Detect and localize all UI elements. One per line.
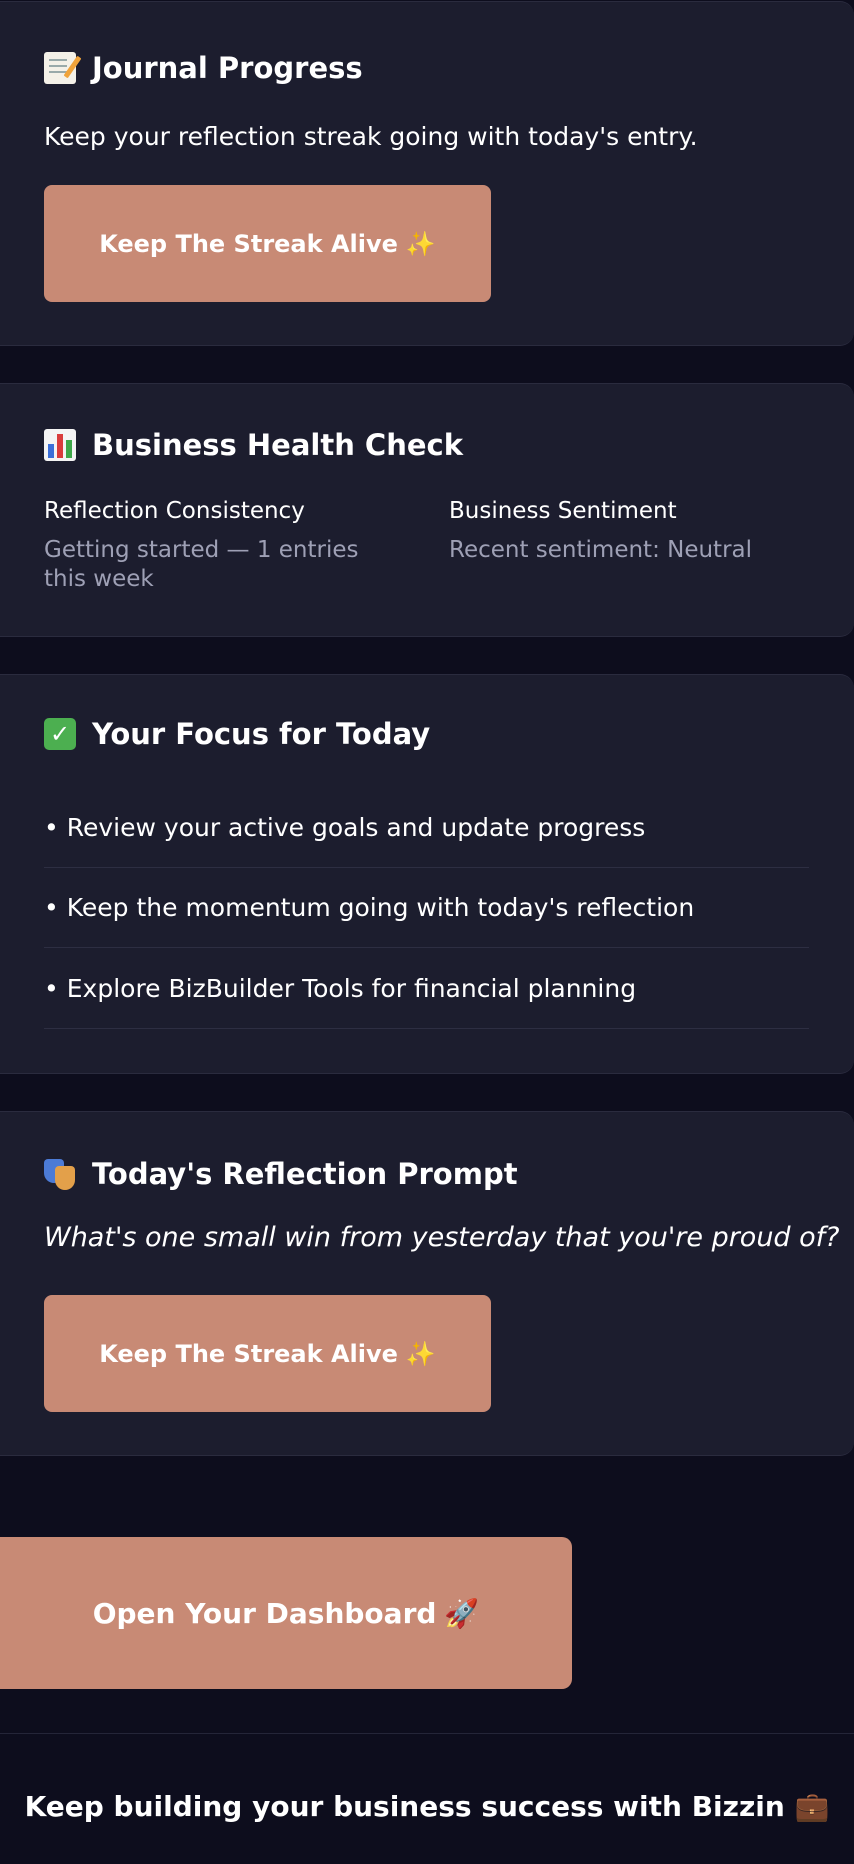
journal-progress-title: Journal Progress <box>44 51 363 85</box>
reflection-prompt-card: Today's Reflection Prompt What's one sma… <box>0 1111 854 1456</box>
reflection-prompt-title-text: Today's Reflection Prompt <box>92 1157 518 1191</box>
focus-item-text: Review your active goals and update prog… <box>66 813 646 842</box>
keep-streak-button-label: Keep The Streak Alive <box>99 1339 398 1368</box>
keep-streak-button[interactable]: Keep The Streak Alive ✨ <box>44 185 491 302</box>
keep-streak-button[interactable]: Keep The Streak Alive ✨ <box>44 1295 491 1412</box>
journal-progress-title-text: Journal Progress <box>92 51 363 85</box>
reflection-consistency-label: Reflection Consistency <box>44 498 305 524</box>
bullet: • <box>44 813 59 842</box>
memo-icon <box>44 52 76 84</box>
business-health-title: Business Health Check <box>44 428 463 462</box>
business-sentiment-value: Recent sentiment: Neutral <box>449 537 753 563</box>
focus-item-text: Explore BizBuilder Tools for financial p… <box>66 974 637 1003</box>
reflection-prompt-text: What's one small win from yesterday that… <box>44 1222 840 1253</box>
bullet: • <box>44 893 59 922</box>
reflection-consistency-value: Getting started — 1 entries this week <box>44 537 359 592</box>
business-sentiment-label: Business Sentiment <box>449 498 677 524</box>
bullet: • <box>44 974 59 1003</box>
focus-item-text: Keep the momentum going with today's ref… <box>66 893 695 922</box>
theater-masks-icon <box>44 1158 76 1190</box>
journal-progress-card: Journal Progress Keep your reflection st… <box>0 1 854 346</box>
journal-progress-message: Keep your reflection streak going with t… <box>44 122 698 151</box>
sparkles-icon: ✨ <box>405 229 436 258</box>
check-mark-icon: ✓ <box>44 718 76 750</box>
focus-item: • Explore BizBuilder Tools for financial… <box>44 949 809 1029</box>
focus-item: • Review your active goals and update pr… <box>44 788 809 868</box>
business-health-title-text: Business Health Check <box>92 428 464 462</box>
briefcase-icon: 💼 <box>794 1790 830 1823</box>
rocket-icon: 🚀 <box>444 1596 480 1630</box>
focus-today-card: ✓ Your Focus for Today • Review your act… <box>0 674 854 1074</box>
sparkles-icon: ✨ <box>405 1339 436 1368</box>
business-health-card: Business Health Check Reflection Consist… <box>0 383 854 637</box>
email-page: Journal Progress Keep your reflection st… <box>0 0 854 1864</box>
open-dashboard-button[interactable]: Open Your Dashboard 🚀 <box>0 1537 572 1689</box>
focus-today-title-text: Your Focus for Today <box>92 717 431 751</box>
reflection-prompt-title: Today's Reflection Prompt <box>44 1157 518 1191</box>
focus-today-title: ✓ Your Focus for Today <box>44 717 430 751</box>
footer-message: Keep building your business success with… <box>24 1790 785 1823</box>
footer-text: Keep building your business success with… <box>0 1790 854 1823</box>
open-dashboard-button-label: Open Your Dashboard <box>92 1596 437 1630</box>
focus-item: • Keep the momentum going with today's r… <box>44 868 809 948</box>
bar-chart-icon <box>44 429 76 461</box>
keep-streak-button-label: Keep The Streak Alive <box>99 229 398 258</box>
footer-divider <box>0 1733 854 1734</box>
